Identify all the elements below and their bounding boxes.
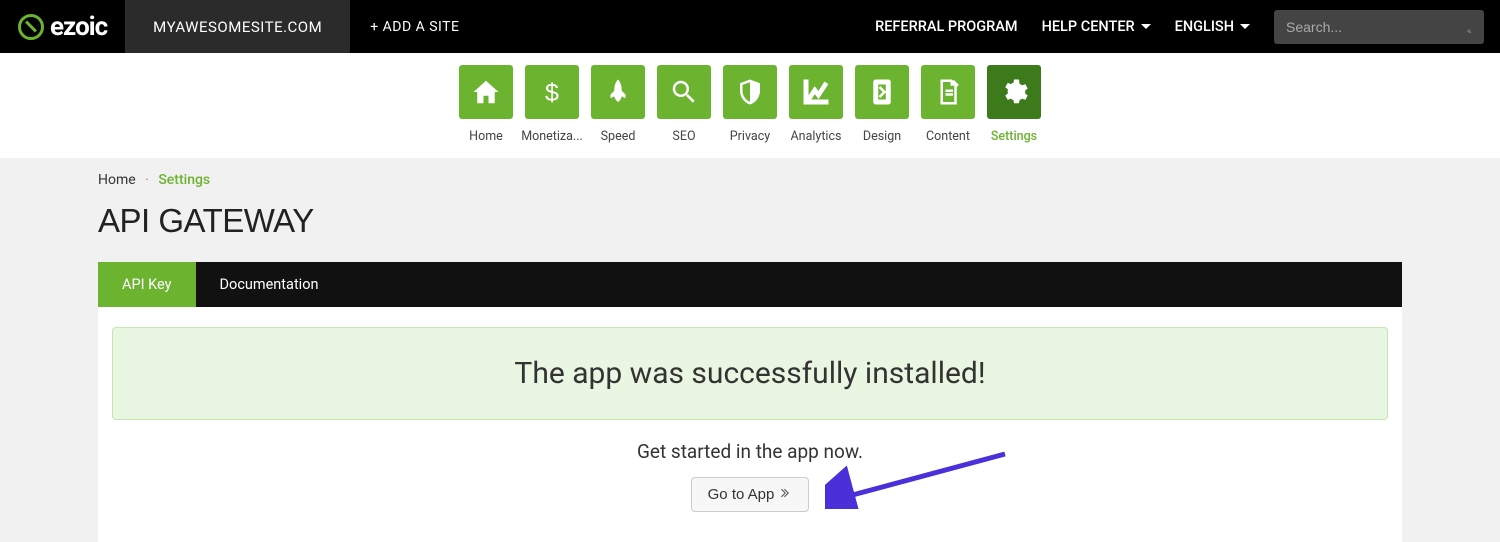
- success-alert: The app was successfully installed!: [112, 327, 1388, 420]
- nav-label: SEO: [672, 129, 695, 144]
- chevron-right-icon: [780, 486, 792, 503]
- alert-text: The app was successfully installed!: [514, 356, 985, 391]
- magnify-icon: [657, 65, 711, 119]
- nav-monetization[interactable]: $ Monetiza...: [525, 65, 579, 144]
- nav-label: Content: [926, 129, 970, 144]
- shield-icon: [723, 65, 777, 119]
- add-site-label: + ADD A SITE: [370, 19, 459, 35]
- help-center-dropdown[interactable]: HELP CENTER: [1042, 18, 1151, 35]
- nav-design[interactable]: Design: [855, 65, 909, 144]
- nav-label: Home: [469, 129, 503, 144]
- nav-settings[interactable]: Settings: [987, 65, 1041, 144]
- breadcrumb-current: Settings: [158, 172, 210, 188]
- search-box[interactable]: [1274, 10, 1484, 44]
- content-area: Home · Settings API GATEWAY API Key Docu…: [0, 158, 1500, 542]
- nav-label: Analytics: [791, 129, 842, 144]
- brand-name: ezoic: [50, 12, 107, 42]
- nav-label: Monetiza...: [521, 129, 583, 144]
- tabbar: API Key Documentation: [98, 262, 1402, 307]
- nav-analytics[interactable]: Analytics: [789, 65, 843, 144]
- nav-home[interactable]: Home: [459, 65, 513, 144]
- nav-label: Design: [863, 129, 901, 144]
- rocket-icon: [591, 65, 645, 119]
- referral-link[interactable]: REFERRAL PROGRAM: [875, 18, 1017, 35]
- tab-api-key[interactable]: API Key: [98, 262, 196, 307]
- ezoic-logo-icon: [18, 14, 44, 40]
- panel: API Key Documentation The app was succes…: [98, 262, 1402, 542]
- tab-documentation[interactable]: Documentation: [196, 262, 343, 307]
- page-title: API GATEWAY: [98, 202, 1402, 240]
- home-icon: [459, 65, 513, 119]
- nav-label: Settings: [991, 129, 1037, 144]
- cta-label: Go to App: [708, 486, 775, 503]
- panel-body: The app was successfully installed! Get …: [98, 307, 1402, 542]
- nav-privacy[interactable]: Privacy: [723, 65, 777, 144]
- go-to-app-button[interactable]: Go to App: [691, 477, 810, 512]
- language-label: ENGLISH: [1175, 18, 1234, 35]
- help-center-label: HELP CENTER: [1042, 18, 1135, 35]
- nav-label: Privacy: [730, 129, 770, 144]
- referral-label: REFERRAL PROGRAM: [875, 18, 1017, 35]
- svg-text:$: $: [545, 79, 559, 107]
- document-icon: [921, 65, 975, 119]
- site-tab[interactable]: MYAWESOMESITE.COM: [125, 0, 350, 53]
- subtext: Get started in the app now.: [112, 440, 1388, 463]
- site-tab-label: MYAWESOMESITE.COM: [153, 18, 322, 36]
- chevron-down-icon: [1240, 24, 1250, 29]
- dollar-icon: $: [525, 65, 579, 119]
- search-icon: [1467, 19, 1472, 35]
- chevron-down-icon: [1141, 24, 1151, 29]
- breadcrumb: Home · Settings: [98, 172, 1402, 188]
- nav-speed[interactable]: Speed: [591, 65, 645, 144]
- topbar: ezoic MYAWESOMESITE.COM + ADD A SITE REF…: [0, 0, 1500, 53]
- topbar-right: REFERRAL PROGRAM HELP CENTER ENGLISH: [875, 0, 1500, 53]
- cta-row: Go to App: [112, 477, 1388, 512]
- gear-icon: [987, 65, 1041, 119]
- main-nav: Home $ Monetiza... Speed SEO Privacy Ana…: [0, 53, 1500, 158]
- search-input[interactable]: [1286, 19, 1467, 35]
- breadcrumb-sep: ·: [145, 172, 149, 188]
- tab-label: API Key: [122, 276, 172, 293]
- nav-content[interactable]: Content: [921, 65, 975, 144]
- tab-label: Documentation: [220, 276, 319, 293]
- nav-seo[interactable]: SEO: [657, 65, 711, 144]
- add-site-button[interactable]: + ADD A SITE: [350, 0, 479, 53]
- chart-icon: [789, 65, 843, 119]
- language-dropdown[interactable]: ENGLISH: [1175, 18, 1250, 35]
- brand-logo[interactable]: ezoic: [0, 0, 125, 53]
- device-icon: [855, 65, 909, 119]
- breadcrumb-home[interactable]: Home: [98, 172, 136, 188]
- nav-label: Speed: [601, 129, 636, 144]
